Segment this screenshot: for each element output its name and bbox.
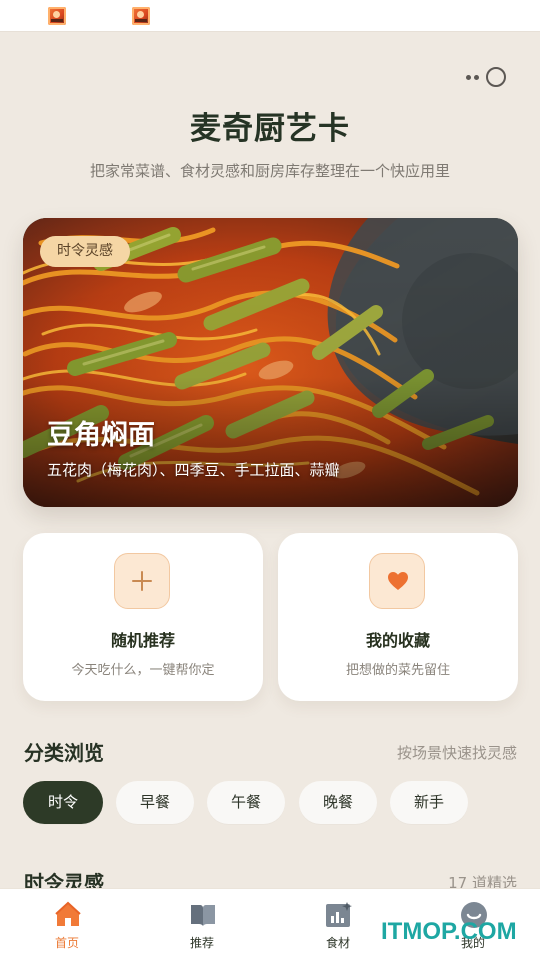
category-chip-breakfast[interactable]: 早餐 [116, 781, 194, 824]
favorites-icon-box [369, 553, 425, 609]
more-dot-icon [474, 75, 479, 80]
more-options-capsule[interactable] [464, 66, 508, 88]
category-section-title: 分类浏览 [24, 741, 104, 765]
category-chip-dinner[interactable]: 晚餐 [299, 781, 377, 824]
heart-icon [388, 572, 408, 590]
random-recommend-title: 随机推荐 [110, 631, 175, 650]
tab-ingredients[interactable]: 食材 [288, 889, 388, 960]
tab-ingredients-label: 食材 [325, 936, 350, 950]
home-icon [55, 901, 81, 926]
seasonal-tag-badge: 时令灵感 [40, 236, 130, 267]
page-title: 麦奇厨艺卡 [190, 111, 350, 147]
random-recommend-subtitle: 今天吃什么，一键帮你定 [71, 663, 215, 678]
site-watermark: ITMOP.COM [381, 918, 517, 945]
featured-dish-name: 豆角焖面 [47, 420, 155, 451]
featured-recipe-card[interactable]: 时令灵感 豆角焖面 五花肉（梅花肉）、四季豆、手工拉面、蒜瓣 [23, 218, 518, 507]
featured-dish-ingredients: 五花肉（梅花肉）、四季豆、手工拉面、蒜瓣 [47, 461, 340, 479]
chart-icon [326, 902, 352, 927]
favorites-title: 我的收藏 [365, 631, 430, 650]
category-chip-seasonal[interactable]: 时令 [23, 781, 103, 824]
close-circle-icon [486, 67, 506, 87]
category-chip-beginner[interactable]: 新手 [390, 781, 468, 824]
book-icon [191, 905, 215, 926]
page-subtitle: 把家常菜谱、食材灵感和厨房库存整理在一个快应用里 [89, 162, 450, 180]
tab-recommend[interactable]: 推荐 [152, 889, 252, 960]
favorites-subtitle: 把想做的菜先留住 [345, 663, 450, 678]
random-recommend-icon-box [114, 553, 170, 609]
favorites-card[interactable]: 我的收藏 把想做的菜先留住 [278, 533, 518, 701]
plus-icon [132, 571, 152, 591]
more-dot-icon [466, 75, 471, 80]
notification-app-icon [132, 7, 150, 25]
category-section-hint: 按场景快速找灵感 [396, 744, 517, 762]
random-recommend-card[interactable]: 随机推荐 今天吃什么，一键帮你定 [23, 533, 263, 701]
tab-home-label: 首页 [54, 936, 79, 950]
notification-app-icon [48, 7, 66, 25]
app-screen: 麦奇厨艺卡 把家常菜谱、食材灵感和厨房库存整理在一个快应用里 时令灵感 豆角焖面… [0, 0, 540, 960]
category-chip-lunch[interactable]: 午餐 [207, 781, 285, 824]
status-bar [0, 0, 540, 32]
tab-recommend-label: 推荐 [189, 936, 214, 950]
tab-home[interactable]: 首页 [17, 889, 117, 960]
